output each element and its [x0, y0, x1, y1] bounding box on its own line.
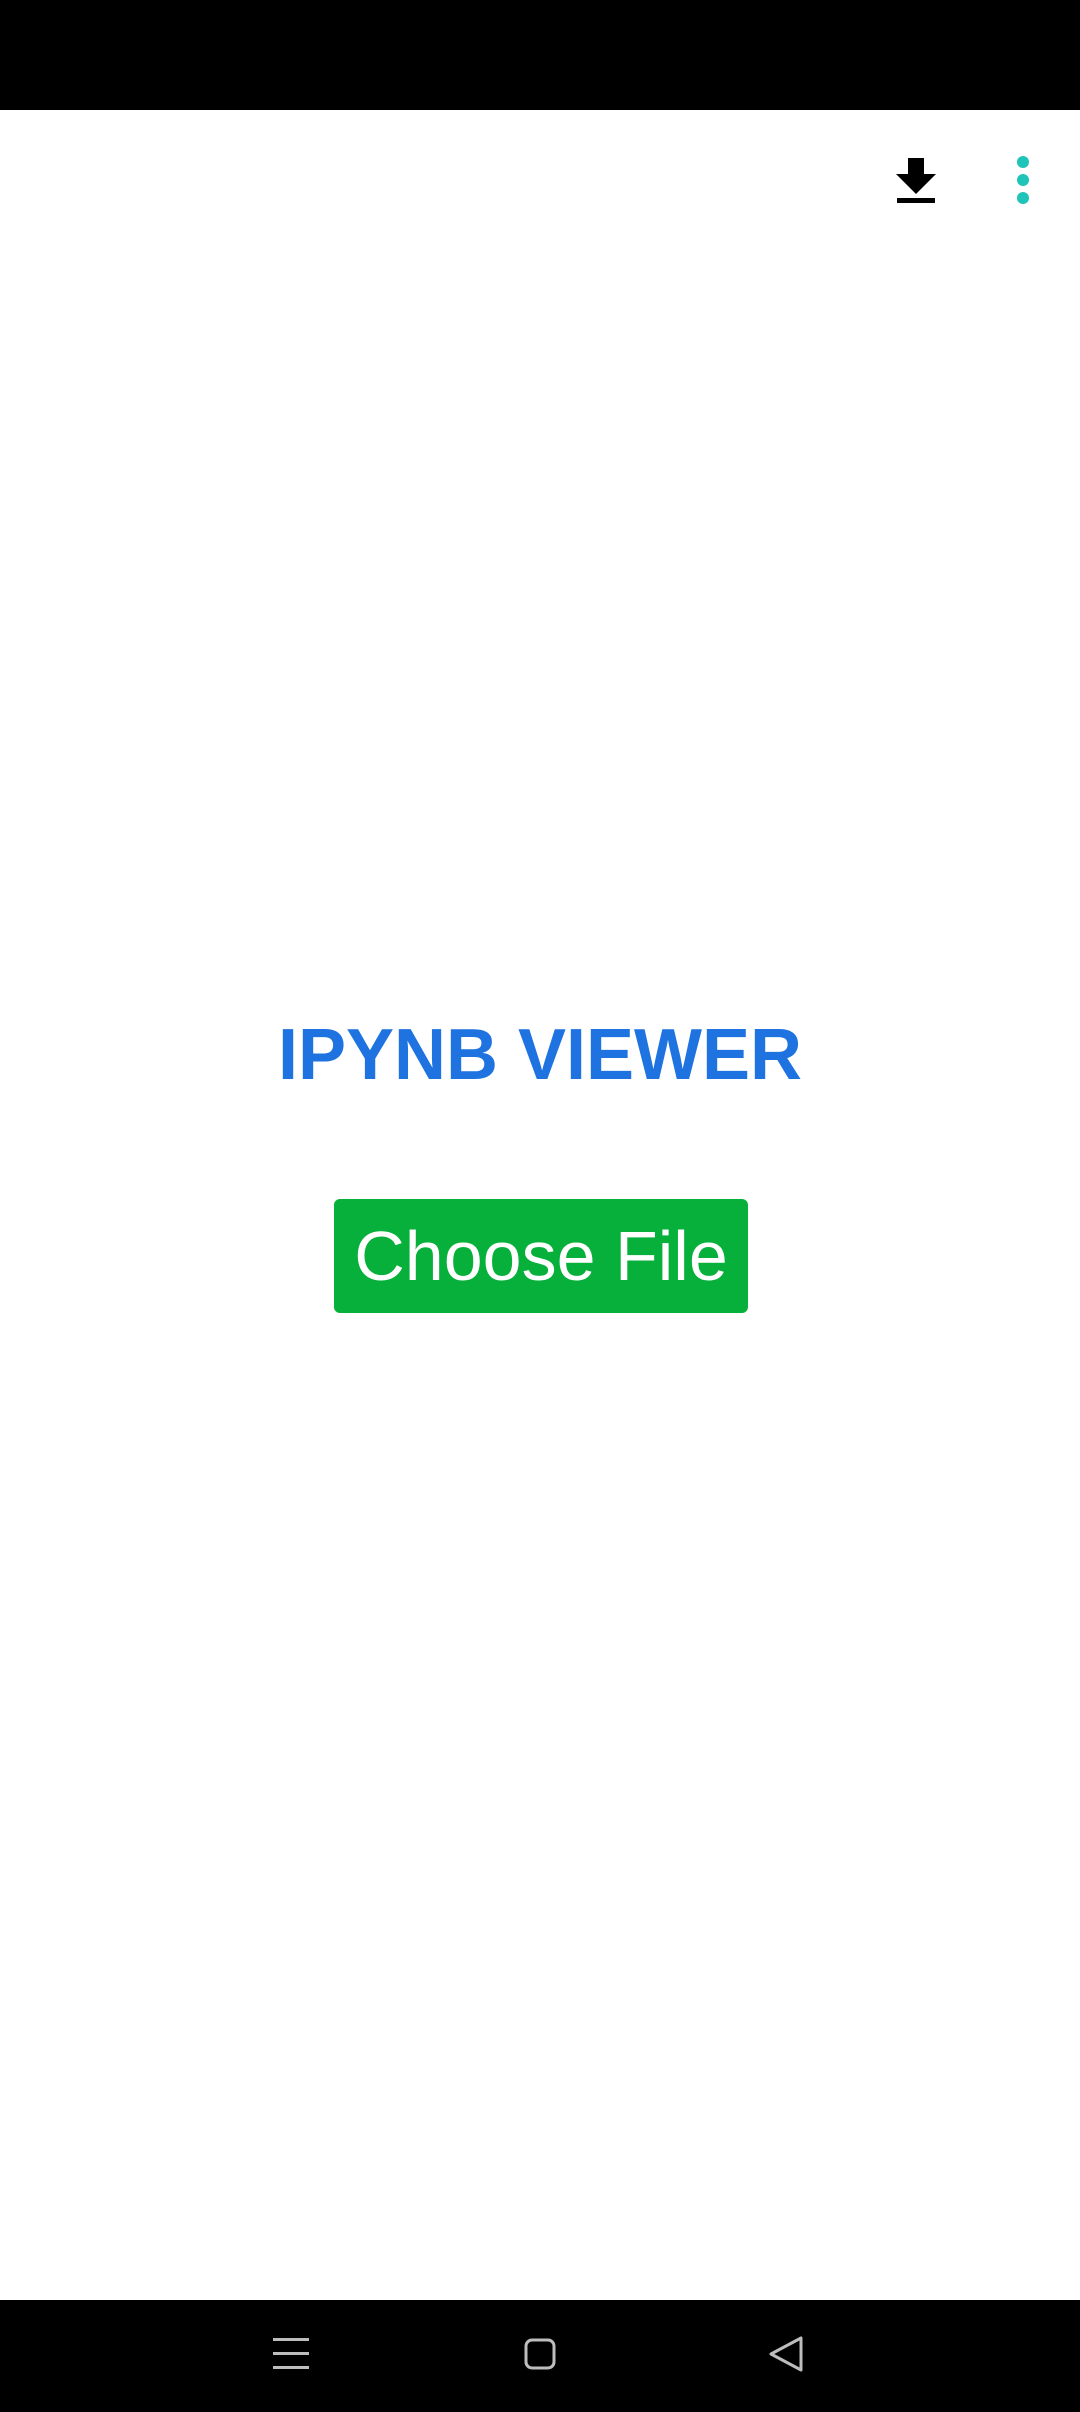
more-vertical-icon: [1015, 155, 1031, 210]
download-icon: [894, 156, 938, 209]
app-screen: IPYNB VIEWER Choose File: [0, 110, 1080, 2300]
nav-back-button[interactable]: [756, 2326, 816, 2386]
top-toolbar: [0, 110, 1080, 250]
back-icon: [767, 2334, 805, 2379]
home-icon: [522, 2336, 558, 2377]
status-bar: [0, 0, 1080, 110]
nav-menu-button[interactable]: [261, 2326, 321, 2386]
more-options-button[interactable]: [987, 146, 1059, 218]
page-title: IPYNB VIEWER: [277, 1015, 803, 1095]
choose-file-button[interactable]: Choose File: [334, 1199, 748, 1313]
nav-home-button[interactable]: [510, 2326, 570, 2386]
download-button[interactable]: [880, 146, 952, 218]
system-navigation-bar: [0, 2300, 1080, 2412]
menu-icon: [271, 2336, 311, 2377]
